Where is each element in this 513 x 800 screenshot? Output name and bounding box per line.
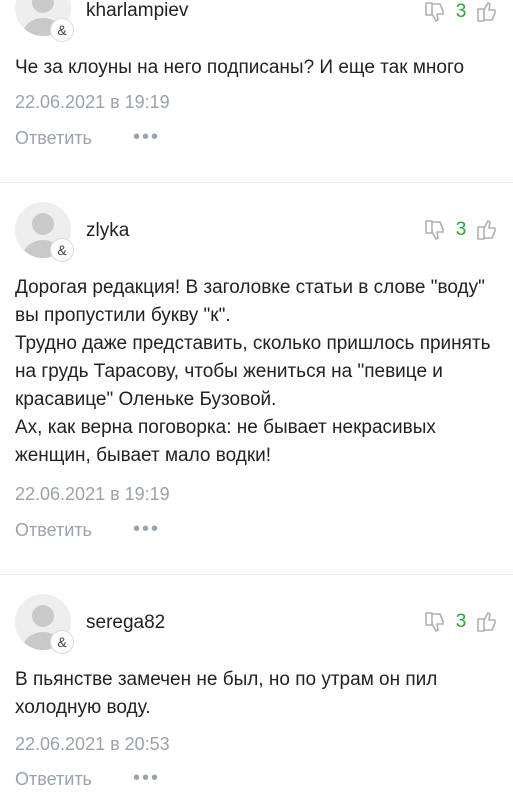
user-badge-icon: & [50,630,74,654]
comment-text: В пьянстве замечен не был, но по утрам о… [15,669,438,718]
comment: & serega82 3 В пьянстве замечен не был, … [0,592,513,800]
user-badge-icon: & [50,18,74,42]
comment-date: 22.06.2021 в 19:19 [15,92,170,112]
reply-button[interactable]: Ответить [15,520,92,541]
votes: 3 [423,610,499,634]
divider [0,574,513,575]
vote-count: 3 [455,219,467,240]
thumb-down-icon[interactable] [423,218,447,242]
comment-date: 22.06.2021 в 19:19 [15,484,170,504]
thumb-up-icon[interactable] [475,218,499,242]
comment-date: 22.06.2021 в 20:53 [15,734,170,754]
thumb-down-icon[interactable] [423,0,447,24]
comment: & zlyka 3 Дорогая редакция! В заголовке … [0,200,513,570]
comment-text: Дорогая редакция! В заголовке статьи в с… [15,277,491,466]
vote-count: 3 [455,1,467,22]
thumb-down-icon[interactable] [423,610,447,634]
comment-text: Че за клоуны на него подписаны? И еще та… [15,57,465,78]
more-options-button[interactable]: ••• [133,126,160,149]
username[interactable]: kharlampiev [86,0,188,22]
more-options-button[interactable]: ••• [133,518,160,541]
user-badge-icon: & [50,238,74,262]
comment: & kharlampiev 3 Че за клоуны на него под… [0,0,513,170]
reply-button[interactable]: Ответить [15,128,92,149]
username[interactable]: zlyka [86,220,129,242]
more-options-button[interactable]: ••• [133,767,160,790]
thumb-up-icon[interactable] [475,610,499,634]
votes: 3 [423,218,499,242]
username[interactable]: serega82 [86,612,165,634]
thumb-up-icon[interactable] [475,0,499,24]
divider [0,182,513,183]
reply-button[interactable]: Ответить [15,769,92,790]
vote-count: 3 [455,611,467,632]
votes: 3 [423,0,499,24]
